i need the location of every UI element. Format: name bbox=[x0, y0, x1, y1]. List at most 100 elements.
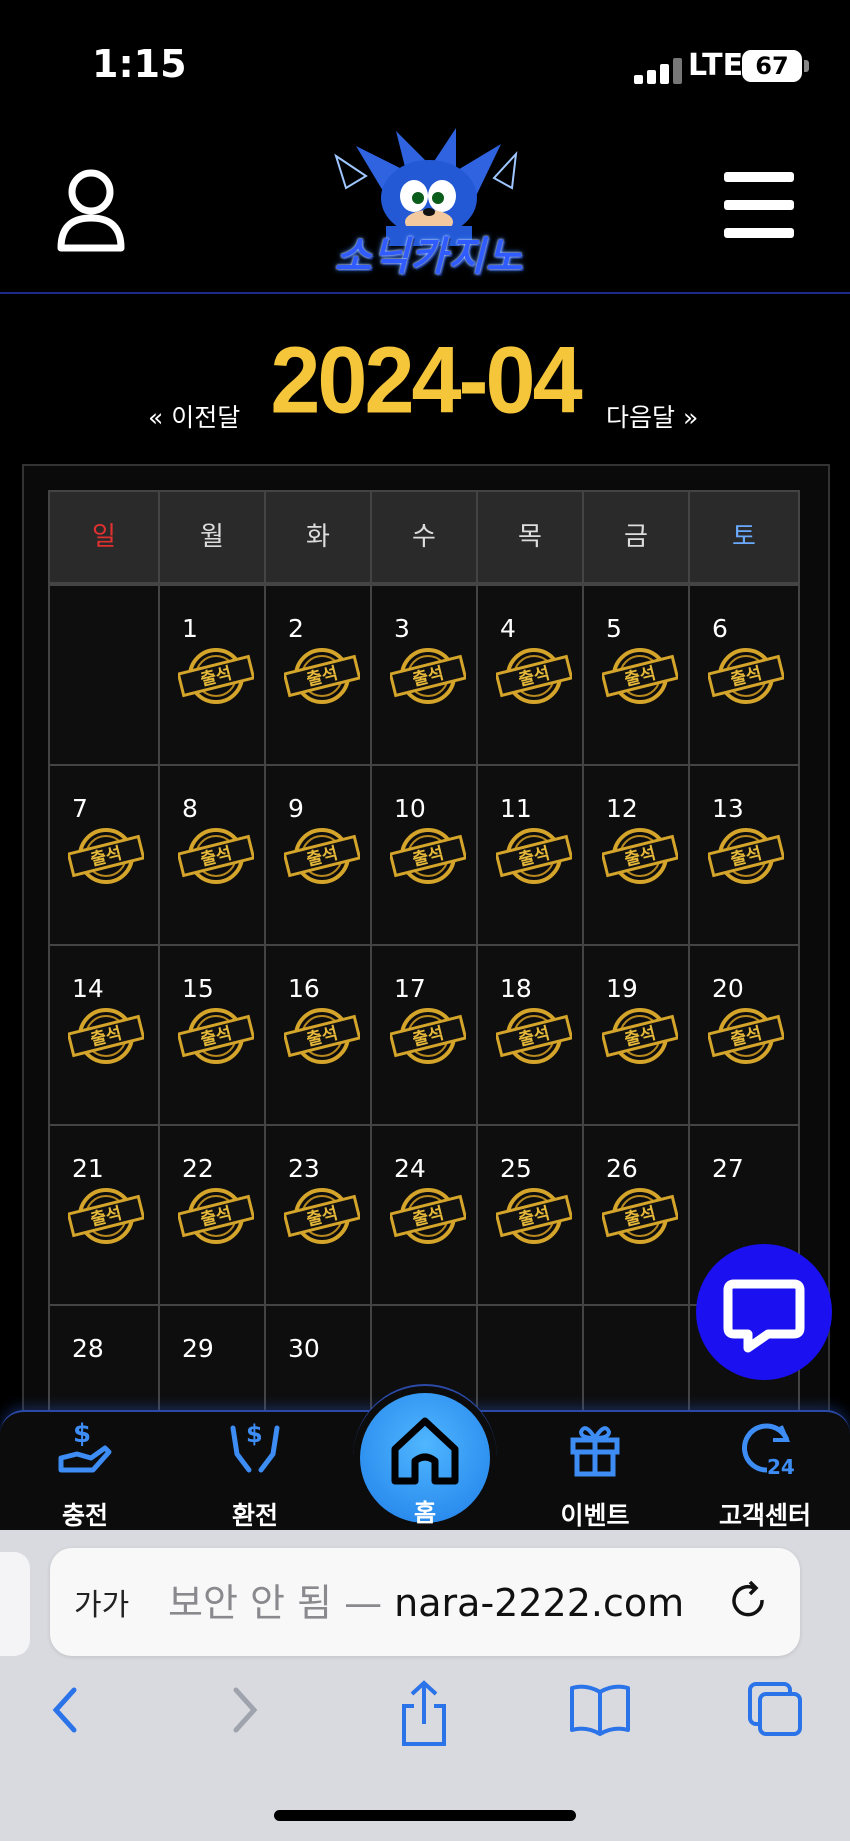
url-text[interactable]: 보안 안 됨 — nara-2222.com bbox=[168, 1572, 684, 1627]
weekday-header: 월 bbox=[158, 490, 266, 584]
calendar-day-cell[interactable]: 14 출석 bbox=[48, 944, 160, 1128]
attendance-stamp-icon: 출석 bbox=[388, 1186, 468, 1246]
day-number: 28 bbox=[72, 1334, 104, 1363]
calendar-day-cell[interactable]: 22 출석 bbox=[158, 1124, 266, 1308]
exchange-hands-icon: $ bbox=[230, 1420, 280, 1473]
calendar-day-cell[interactable]: 19 출석 bbox=[582, 944, 690, 1128]
day-number: 19 bbox=[606, 974, 638, 1003]
attendance-stamp-icon: 출석 bbox=[494, 1006, 574, 1066]
calendar-day-cell[interactable]: 15 출석 bbox=[158, 944, 266, 1128]
day-number: 1 bbox=[182, 614, 198, 643]
nav-event[interactable]: 이벤트 bbox=[520, 1412, 670, 1532]
nav-support[interactable]: 24 고객센터 bbox=[690, 1412, 840, 1532]
url-domain: nara-2222.com bbox=[394, 1581, 685, 1625]
attendance-stamp-icon: 출석 bbox=[706, 826, 786, 886]
tabs-icon[interactable] bbox=[746, 1680, 806, 1740]
svg-text:24: 24 bbox=[767, 1455, 795, 1478]
attendance-stamp-icon: 출석 bbox=[176, 1186, 256, 1246]
next-month-link[interactable]: 다음달 » bbox=[606, 398, 698, 434]
address-bar[interactable]: 가가 보안 안 됨 — nara-2222.com bbox=[50, 1548, 800, 1656]
previous-tab-preview[interactable] bbox=[0, 1552, 30, 1656]
attendance-stamp-icon: 출석 bbox=[600, 1186, 680, 1246]
back-icon[interactable] bbox=[44, 1680, 84, 1740]
weekday-header: 화 bbox=[264, 490, 372, 584]
calendar-day-cell[interactable]: 23 출석 bbox=[264, 1124, 372, 1308]
reader-settings-button[interactable]: 가가 bbox=[74, 1580, 129, 1624]
month-title: 2024-04 bbox=[270, 328, 582, 434]
calendar-week-row: 1 출석 2 출석 3 출석 4 출석 5 출석 6 출석 bbox=[48, 584, 804, 768]
insecure-label: 보안 안 됨 — bbox=[168, 1581, 395, 1625]
calendar-day-cell[interactable]: 8 출석 bbox=[158, 764, 266, 948]
day-number: 6 bbox=[712, 614, 728, 643]
day-number: 24 bbox=[394, 1154, 426, 1183]
calendar-day-cell[interactable]: 24 출석 bbox=[370, 1124, 478, 1308]
nav-withdraw-label: 환전 bbox=[231, 1501, 278, 1530]
logo[interactable]: 소닉카지노 bbox=[316, 126, 542, 288]
calendar-week-row: 7 출석 8 출석 9 출석 10 출석 11 출석 12 출석 13 출석 bbox=[48, 764, 804, 948]
calendar-day-cell[interactable]: 10 출석 bbox=[370, 764, 478, 948]
attendance-stamp-icon: 출석 bbox=[388, 826, 468, 886]
app-header: 소닉카지노 bbox=[0, 120, 850, 294]
day-number: 14 bbox=[72, 974, 104, 1003]
attendance-stamp-icon: 출석 bbox=[176, 1006, 256, 1066]
nav-deposit-label: 충전 bbox=[61, 1501, 108, 1530]
home-indicator[interactable] bbox=[274, 1810, 576, 1821]
nav-home-label: 홈 bbox=[413, 1499, 437, 1527]
day-number: 8 bbox=[182, 794, 198, 823]
calendar-day-cell[interactable]: 6 출석 bbox=[688, 584, 800, 768]
calendar-day-cell[interactable]: 16 출석 bbox=[264, 944, 372, 1128]
attendance-stamp-icon: 출석 bbox=[282, 826, 362, 886]
day-number: 17 bbox=[394, 974, 426, 1003]
prev-month-link[interactable]: « 이전달 bbox=[148, 398, 240, 434]
day-number: 29 bbox=[182, 1334, 214, 1363]
calendar-day-cell[interactable]: 13 출석 bbox=[688, 764, 800, 948]
reload-icon[interactable] bbox=[726, 1578, 772, 1624]
day-number: 30 bbox=[288, 1334, 320, 1363]
day-number: 12 bbox=[606, 794, 638, 823]
attendance-stamp-icon: 출석 bbox=[66, 1006, 146, 1066]
attendance-stamp-icon: 출석 bbox=[282, 1186, 362, 1246]
user-icon[interactable] bbox=[56, 168, 126, 252]
browser-nav-toolbar bbox=[0, 1680, 850, 1760]
forward-icon[interactable] bbox=[226, 1680, 266, 1740]
weekday-header: 토 bbox=[688, 490, 800, 584]
calendar-day-cell[interactable]: 5 출석 bbox=[582, 584, 690, 768]
nav-withdraw[interactable]: $ 환전 bbox=[180, 1412, 330, 1532]
share-icon[interactable] bbox=[398, 1680, 450, 1750]
battery-tip bbox=[804, 60, 809, 72]
attendance-stamp-icon: 출석 bbox=[706, 646, 786, 706]
calendar-day-cell[interactable]: 18 출석 bbox=[476, 944, 584, 1128]
logo-text: 소닉카지노 bbox=[334, 234, 524, 280]
calendar-day-cell[interactable]: 26 출석 bbox=[582, 1124, 690, 1308]
month-navigation: « 이전달 2024-04 다음달 » bbox=[0, 328, 850, 440]
calendar-day-cell[interactable]: 21 출석 bbox=[48, 1124, 160, 1308]
calendar-day-cell[interactable]: 12 출석 bbox=[582, 764, 690, 948]
calendar-day-cell[interactable]: 4 출석 bbox=[476, 584, 584, 768]
day-number: 13 bbox=[712, 794, 744, 823]
day-number: 4 bbox=[500, 614, 516, 643]
calendar-day-cell[interactable]: 1 출석 bbox=[158, 584, 266, 768]
status-bar: 1:15 LTE 67 bbox=[0, 0, 850, 120]
calendar-day-cell[interactable]: 7 출석 bbox=[48, 764, 160, 948]
calendar-week-row: 14 출석 15 출석 16 출석 17 출석 18 출석 19 출석 20 출석 bbox=[48, 944, 804, 1128]
calendar-day-cell[interactable]: 2 출석 bbox=[264, 584, 372, 768]
chat-button[interactable] bbox=[696, 1244, 832, 1380]
calendar-day-cell[interactable]: 20 출석 bbox=[688, 944, 800, 1128]
day-number: 26 bbox=[606, 1154, 638, 1183]
calendar-day-cell[interactable]: 25 출석 bbox=[476, 1124, 584, 1308]
support-24-icon: 24 bbox=[742, 1423, 795, 1478]
hamburger-menu-icon[interactable] bbox=[724, 172, 794, 238]
attendance-stamp-icon: 출석 bbox=[494, 826, 574, 886]
bookmarks-icon[interactable] bbox=[568, 1680, 632, 1740]
nav-event-label: 이벤트 bbox=[560, 1501, 630, 1530]
attendance-stamp-icon: 출석 bbox=[600, 826, 680, 886]
calendar-day-cell[interactable]: 17 출석 bbox=[370, 944, 478, 1128]
calendar-day-cell[interactable]: 9 출석 bbox=[264, 764, 372, 948]
weekday-header: 수 bbox=[370, 490, 478, 584]
nav-home[interactable]: 홈 bbox=[353, 1384, 497, 1530]
nav-deposit[interactable]: $ 충전 bbox=[10, 1412, 160, 1532]
calendar-day-cell[interactable]: 11 출석 bbox=[476, 764, 584, 948]
calendar-day-cell[interactable]: 3 출석 bbox=[370, 584, 478, 768]
day-number: 18 bbox=[500, 974, 532, 1003]
svg-text:$: $ bbox=[73, 1419, 91, 1449]
